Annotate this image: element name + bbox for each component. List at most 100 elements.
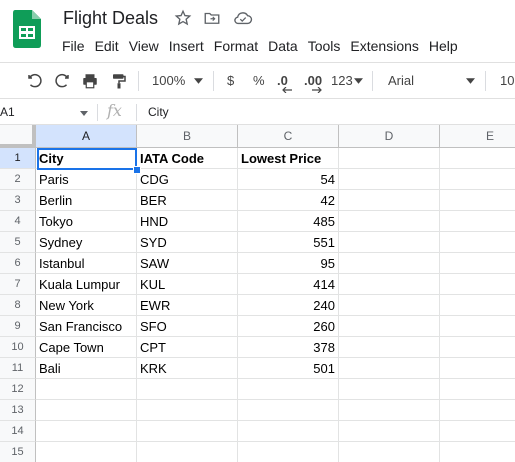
cell-d4[interactable] bbox=[339, 211, 440, 232]
more-formats-button[interactable]: 123 bbox=[331, 72, 363, 90]
cell-e9[interactable] bbox=[440, 316, 515, 337]
cell-b15[interactable] bbox=[137, 442, 238, 462]
cell-e11[interactable] bbox=[440, 358, 515, 379]
row-header-4[interactable]: 4 bbox=[0, 211, 36, 232]
cell-a15[interactable] bbox=[36, 442, 137, 462]
move-folder-icon[interactable] bbox=[203, 9, 221, 27]
column-header-b[interactable]: B bbox=[137, 125, 238, 148]
redo-icon[interactable] bbox=[53, 72, 71, 90]
cell-e15[interactable] bbox=[440, 442, 515, 462]
cell-d3[interactable] bbox=[339, 190, 440, 211]
cell-e12[interactable] bbox=[440, 379, 515, 400]
cell-c9[interactable]: 260 bbox=[238, 316, 339, 337]
column-header-a[interactable]: A bbox=[36, 125, 137, 148]
menu-file[interactable]: File bbox=[57, 36, 90, 56]
sheets-logo-icon[interactable] bbox=[13, 10, 41, 48]
row-header-8[interactable]: 8 bbox=[0, 295, 36, 316]
cell-a8[interactable]: New York bbox=[36, 295, 137, 316]
cell-e2[interactable] bbox=[440, 169, 515, 190]
cell-c12[interactable] bbox=[238, 379, 339, 400]
cell-b13[interactable] bbox=[137, 400, 238, 421]
name-box[interactable]: A1 bbox=[0, 104, 92, 121]
cell-d2[interactable] bbox=[339, 169, 440, 190]
cell-e10[interactable] bbox=[440, 337, 515, 358]
cell-e13[interactable] bbox=[440, 400, 515, 421]
row-header-6[interactable]: 6 bbox=[0, 253, 36, 274]
menu-insert[interactable]: Insert bbox=[164, 36, 209, 56]
decrease-decimal-button[interactable]: .0 bbox=[277, 72, 292, 93]
cell-e6[interactable] bbox=[440, 253, 515, 274]
cell-c8[interactable]: 240 bbox=[238, 295, 339, 316]
cell-c15[interactable] bbox=[238, 442, 339, 462]
cloud-saved-icon[interactable] bbox=[233, 9, 253, 27]
cell-b3[interactable]: BER bbox=[137, 190, 238, 211]
cell-a9[interactable]: San Francisco bbox=[36, 316, 137, 337]
cell-b6[interactable]: SAW bbox=[137, 253, 238, 274]
cell-a7[interactable]: Kuala Lumpur bbox=[36, 274, 137, 295]
cell-c2[interactable]: 54 bbox=[238, 169, 339, 190]
chevron-down-icon[interactable] bbox=[80, 111, 88, 116]
cell-e5[interactable] bbox=[440, 232, 515, 253]
cell-b1[interactable]: IATA Code bbox=[137, 148, 238, 169]
cell-a12[interactable] bbox=[36, 379, 137, 400]
cell-e14[interactable] bbox=[440, 421, 515, 442]
cell-c5[interactable]: 551 bbox=[238, 232, 339, 253]
column-header-d[interactable]: D bbox=[339, 125, 440, 148]
row-header-12[interactable]: 12 bbox=[0, 379, 36, 400]
select-all-corner[interactable] bbox=[0, 125, 36, 148]
cell-a2[interactable]: Paris bbox=[36, 169, 137, 190]
font-select[interactable]: Arial bbox=[388, 72, 475, 90]
cell-d15[interactable] bbox=[339, 442, 440, 462]
row-header-11[interactable]: 11 bbox=[0, 358, 36, 379]
row-header-7[interactable]: 7 bbox=[0, 274, 36, 295]
cell-b14[interactable] bbox=[137, 421, 238, 442]
row-header-14[interactable]: 14 bbox=[0, 421, 36, 442]
currency-format-button[interactable]: $ bbox=[227, 72, 234, 90]
cell-e8[interactable] bbox=[440, 295, 515, 316]
cell-a13[interactable] bbox=[36, 400, 137, 421]
cell-b12[interactable] bbox=[137, 379, 238, 400]
menu-help[interactable]: Help bbox=[424, 36, 463, 56]
menu-view[interactable]: View bbox=[124, 36, 164, 56]
row-header-5[interactable]: 5 bbox=[0, 232, 36, 253]
cell-c14[interactable] bbox=[238, 421, 339, 442]
row-header-10[interactable]: 10 bbox=[0, 337, 36, 358]
spreadsheet-grid[interactable]: A B C D E 1 City IATA Code Lowest Price 2 Paris CDG… bbox=[0, 125, 515, 462]
cell-b7[interactable]: KUL bbox=[137, 274, 238, 295]
cell-a10[interactable]: Cape Town bbox=[36, 337, 137, 358]
increase-decimal-button[interactable]: .00 bbox=[304, 72, 322, 93]
cell-d13[interactable] bbox=[339, 400, 440, 421]
star-icon[interactable] bbox=[174, 9, 192, 27]
menu-edit[interactable]: Edit bbox=[90, 36, 124, 56]
cell-a6[interactable]: Istanbul bbox=[36, 253, 137, 274]
cell-d14[interactable] bbox=[339, 421, 440, 442]
column-header-c[interactable]: C bbox=[238, 125, 339, 148]
row-header-9[interactable]: 9 bbox=[0, 316, 36, 337]
row-header-15[interactable]: 15 bbox=[0, 442, 36, 462]
cell-b2[interactable]: CDG bbox=[137, 169, 238, 190]
cell-a3[interactable]: Berlin bbox=[36, 190, 137, 211]
cell-d12[interactable] bbox=[339, 379, 440, 400]
paint-format-icon[interactable] bbox=[110, 72, 128, 90]
cell-b10[interactable]: CPT bbox=[137, 337, 238, 358]
cell-e4[interactable] bbox=[440, 211, 515, 232]
cell-d1[interactable] bbox=[339, 148, 440, 169]
cell-a5[interactable]: Sydney bbox=[36, 232, 137, 253]
cell-e7[interactable] bbox=[440, 274, 515, 295]
cell-a1[interactable]: City bbox=[36, 148, 137, 169]
cell-b9[interactable]: SFO bbox=[137, 316, 238, 337]
cell-c13[interactable] bbox=[238, 400, 339, 421]
undo-icon[interactable] bbox=[26, 72, 44, 90]
cell-b11[interactable]: KRK bbox=[137, 358, 238, 379]
row-header-2[interactable]: 2 bbox=[0, 169, 36, 190]
cell-b5[interactable]: SYD bbox=[137, 232, 238, 253]
fill-handle[interactable] bbox=[133, 166, 141, 174]
menu-tools[interactable]: Tools bbox=[303, 36, 346, 56]
cell-a11[interactable]: Bali bbox=[36, 358, 137, 379]
document-title[interactable]: Flight Deals bbox=[63, 8, 158, 29]
column-header-e[interactable]: E bbox=[440, 125, 515, 148]
cell-a14[interactable] bbox=[36, 421, 137, 442]
menu-extensions[interactable]: Extensions bbox=[345, 36, 423, 56]
cell-c6[interactable]: 95 bbox=[238, 253, 339, 274]
cell-d7[interactable] bbox=[339, 274, 440, 295]
